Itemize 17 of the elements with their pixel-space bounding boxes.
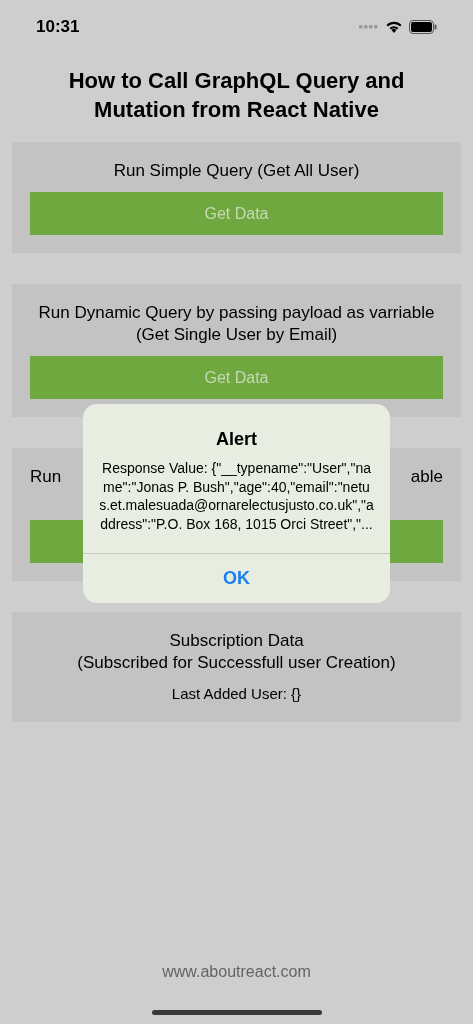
alert-title: Alert	[216, 428, 257, 451]
footer-link[interactable]: www.aboutreact.com	[0, 960, 473, 984]
last-added-user-text: Last Added User: {}	[170, 684, 303, 704]
alert-message: Response Value: {"__typename":"User","name":"Jonas P. Bush","age":40,"email":"netus.et.malesuada@ornarelectusjusto.co.uk","address":"P.O. Box 168, 1015 Orci Street","...	[99, 459, 374, 533]
get-data-button[interactable]: Get Data	[30, 192, 443, 235]
wifi-icon	[385, 20, 403, 34]
card-title: Subscription Data (Subscribed for Successfull user Creation)	[76, 630, 397, 674]
signal-icon	[359, 24, 379, 30]
status-time: 10:31	[36, 16, 80, 39]
card-title: Run Dynamic Query by passing payload as varriable (Get Single User by Email)	[37, 302, 436, 346]
card-title: Run Simple Query (Get All User)	[112, 160, 361, 182]
battery-icon	[409, 20, 437, 34]
card-title: able	[410, 466, 443, 488]
get-data-button[interactable]: Get Data	[30, 356, 443, 399]
ok-button[interactable]: OK	[83, 554, 390, 603]
card-title: Run	[30, 466, 62, 488]
page-title: How to Call GraphQL Query and Mutation from React Native	[67, 67, 406, 124]
